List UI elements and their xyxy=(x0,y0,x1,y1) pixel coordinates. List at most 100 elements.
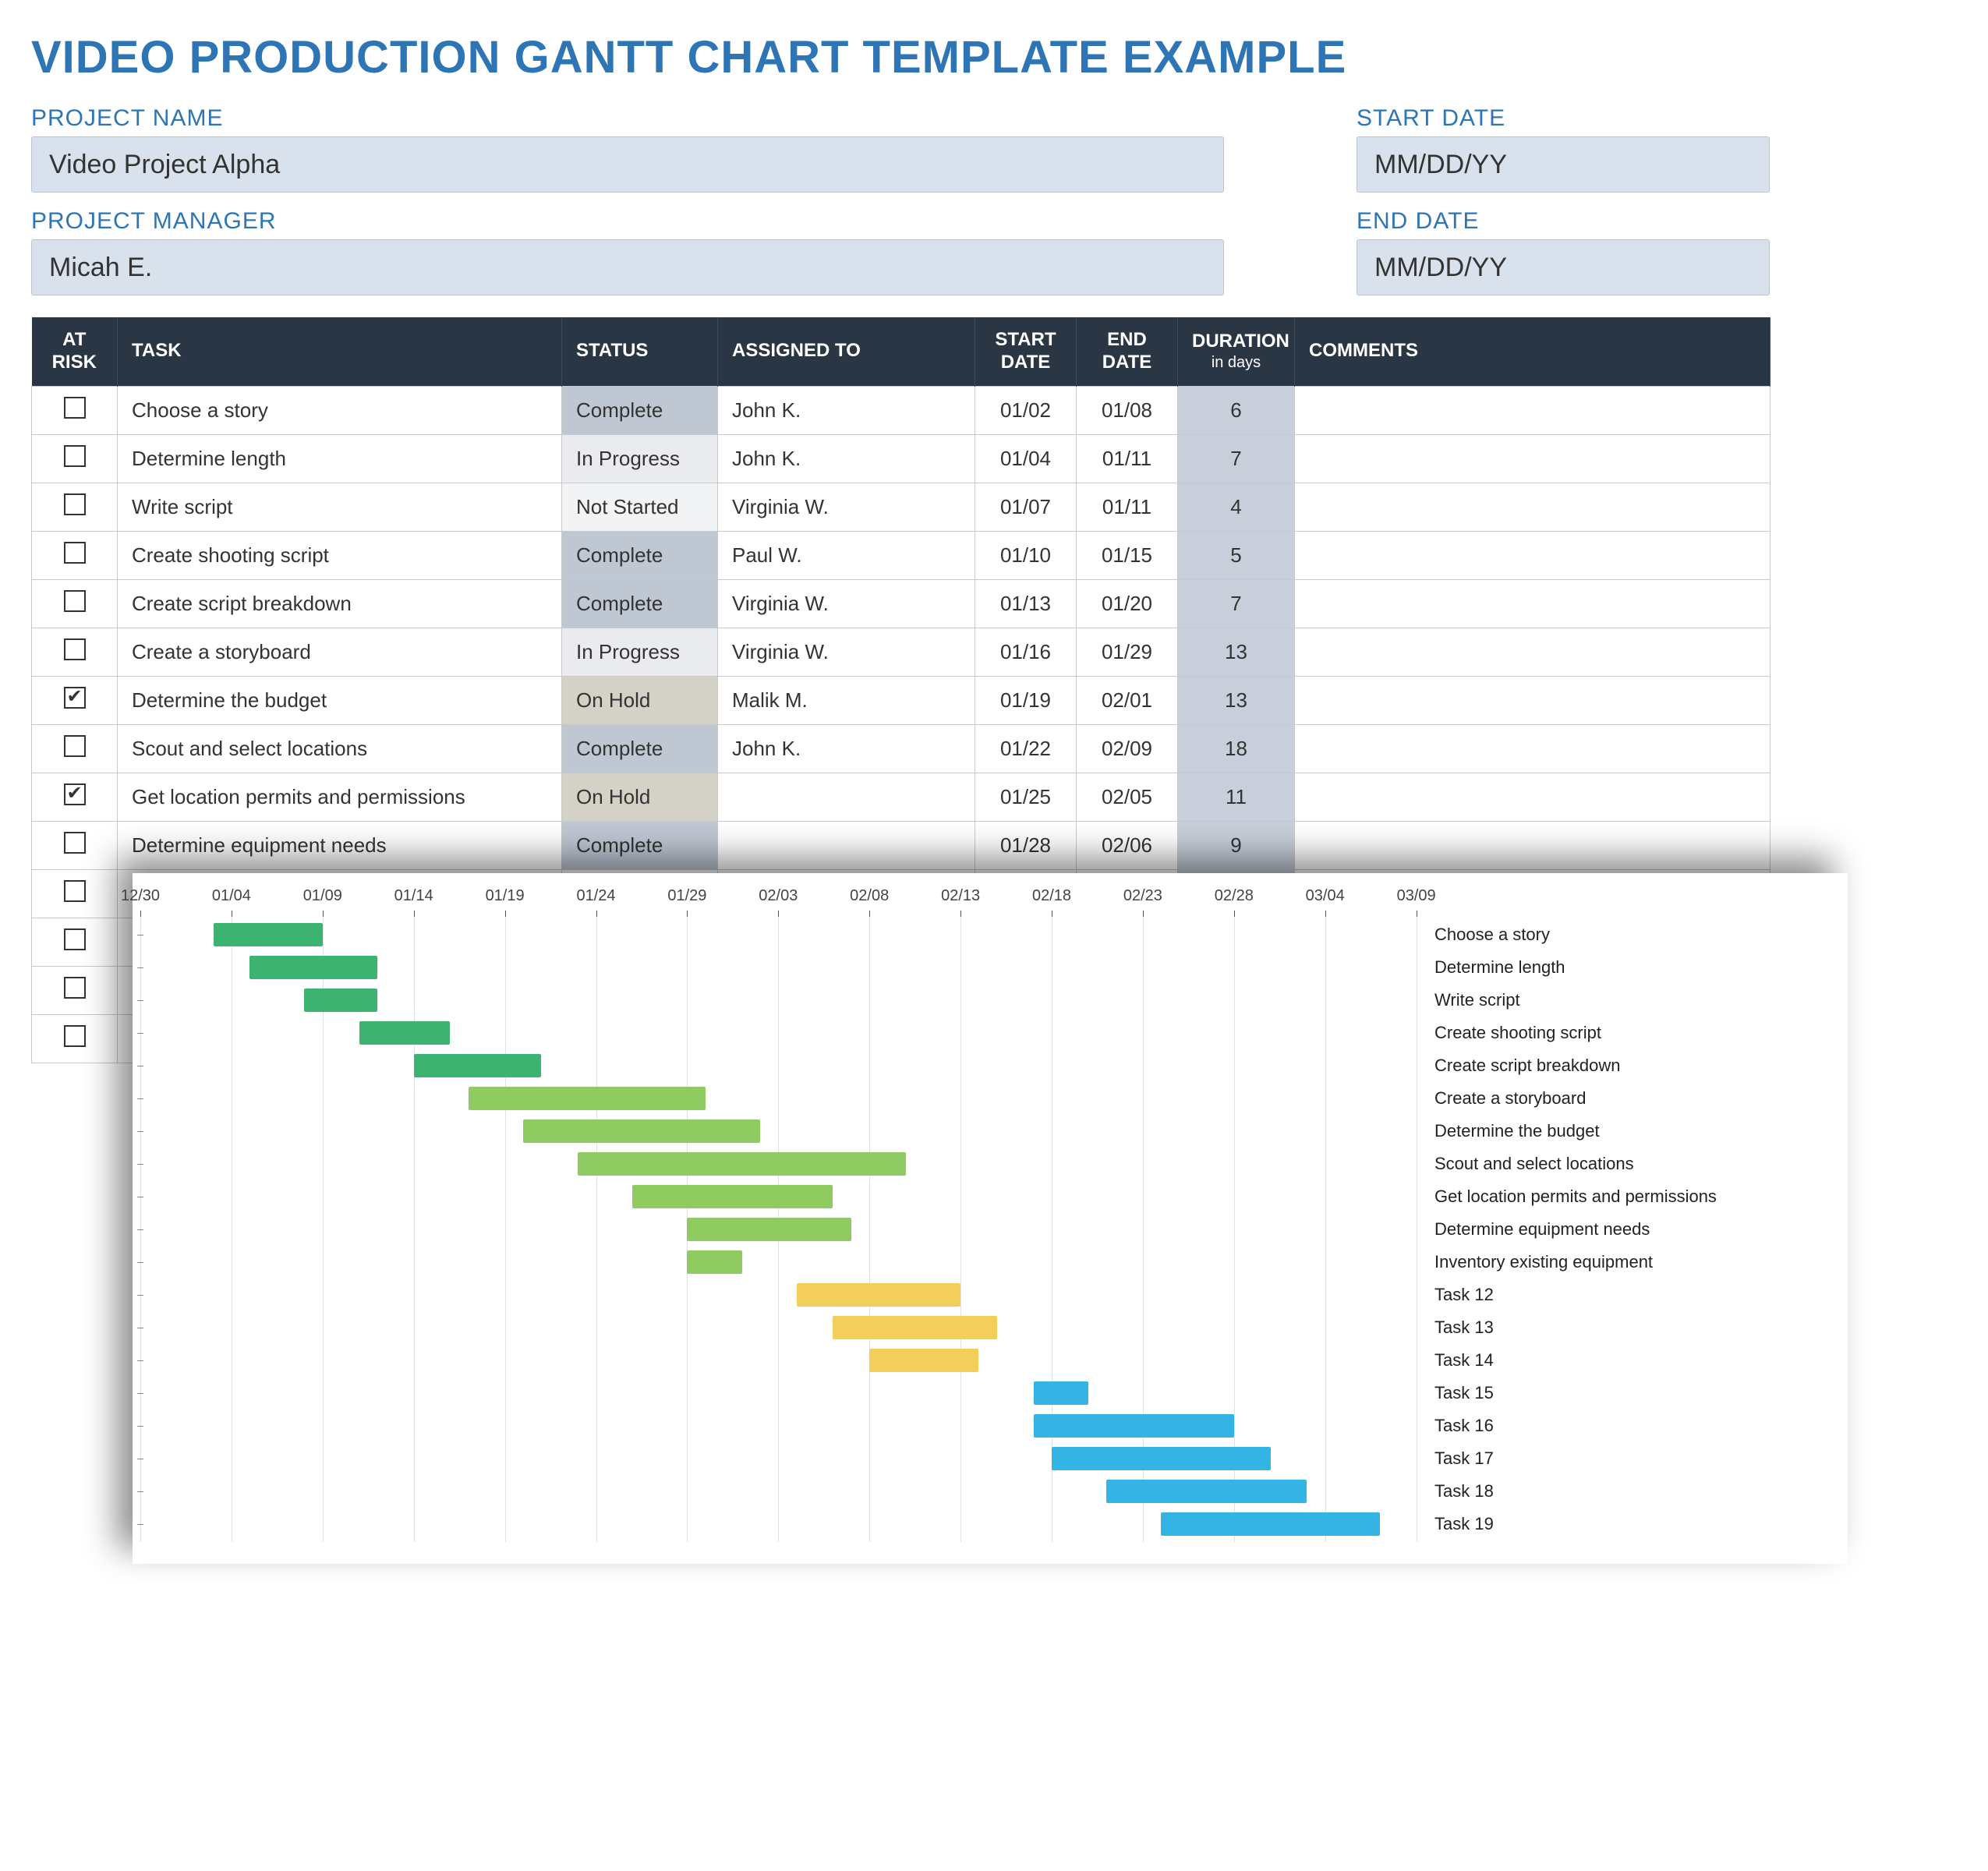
start-cell[interactable]: 01/10 xyxy=(975,531,1077,579)
duration-cell[interactable]: 7 xyxy=(1178,579,1295,628)
duration-cell[interactable]: 13 xyxy=(1178,628,1295,676)
comments-cell[interactable] xyxy=(1295,386,1770,434)
table-row: Determine lengthIn ProgressJohn K.01/040… xyxy=(32,434,1770,483)
status-cell[interactable]: Complete xyxy=(562,579,718,628)
gantt-chart-panel: 12/3001/0401/0901/1401/1901/2401/2902/03… xyxy=(133,873,1848,1564)
end-cell[interactable]: 01/11 xyxy=(1077,483,1178,531)
comments-cell[interactable] xyxy=(1295,628,1770,676)
task-cell[interactable]: Scout and select locations xyxy=(118,724,562,773)
status-cell[interactable]: In Progress xyxy=(562,628,718,676)
duration-cell[interactable]: 5 xyxy=(1178,531,1295,579)
duration-cell[interactable]: 4 xyxy=(1178,483,1295,531)
end-cell[interactable]: 01/11 xyxy=(1077,434,1178,483)
at-risk-checkbox[interactable] xyxy=(64,977,86,999)
task-cell[interactable]: Determine equipment needs xyxy=(118,821,562,869)
at-risk-checkbox[interactable] xyxy=(64,445,86,467)
axis-tick-label: 01/04 xyxy=(212,887,251,905)
assigned-cell[interactable]: John K. xyxy=(718,386,975,434)
assigned-cell[interactable]: Virginia W. xyxy=(718,628,975,676)
task-cell[interactable]: Write script xyxy=(118,483,562,531)
start-cell[interactable]: 01/19 xyxy=(975,676,1077,724)
end-cell[interactable]: 01/29 xyxy=(1077,628,1178,676)
project-name-input[interactable] xyxy=(31,136,1224,193)
comments-cell[interactable] xyxy=(1295,579,1770,628)
start-cell[interactable]: 01/22 xyxy=(975,724,1077,773)
status-cell[interactable]: Complete xyxy=(562,531,718,579)
end-date-input[interactable] xyxy=(1357,239,1770,295)
status-cell[interactable]: In Progress xyxy=(562,434,718,483)
assigned-cell[interactable]: John K. xyxy=(718,434,975,483)
duration-cell[interactable]: 7 xyxy=(1178,434,1295,483)
duration-cell[interactable]: 9 xyxy=(1178,821,1295,869)
duration-cell[interactable]: 11 xyxy=(1178,773,1295,821)
at-risk-checkbox[interactable] xyxy=(64,928,86,950)
comments-cell[interactable] xyxy=(1295,724,1770,773)
gantt-series-label: Write script xyxy=(1434,984,1840,1017)
status-cell[interactable]: Complete xyxy=(562,724,718,773)
gantt-bar xyxy=(249,956,377,979)
at-risk-checkbox[interactable] xyxy=(64,687,86,709)
status-cell[interactable]: Not Started xyxy=(562,483,718,531)
assigned-cell[interactable] xyxy=(718,773,975,821)
at-risk-checkbox[interactable] xyxy=(64,542,86,564)
assigned-cell[interactable]: Paul W. xyxy=(718,531,975,579)
comments-cell[interactable] xyxy=(1295,676,1770,724)
task-cell[interactable]: Create a storyboard xyxy=(118,628,562,676)
comments-cell[interactable] xyxy=(1295,773,1770,821)
task-cell[interactable]: Determine length xyxy=(118,434,562,483)
at-risk-checkbox[interactable] xyxy=(64,880,86,902)
task-cell[interactable]: Create script breakdown xyxy=(118,579,562,628)
start-cell[interactable]: 01/16 xyxy=(975,628,1077,676)
end-cell[interactable]: 02/09 xyxy=(1077,724,1178,773)
comments-cell[interactable] xyxy=(1295,483,1770,531)
assigned-cell[interactable]: John K. xyxy=(718,724,975,773)
start-cell[interactable]: 01/07 xyxy=(975,483,1077,531)
duration-cell[interactable]: 6 xyxy=(1178,386,1295,434)
task-cell[interactable]: Get location permits and permissions xyxy=(118,773,562,821)
at-risk-checkbox[interactable] xyxy=(64,638,86,660)
start-cell[interactable]: 01/28 xyxy=(975,821,1077,869)
duration-cell[interactable]: 13 xyxy=(1178,676,1295,724)
task-cell[interactable]: Create shooting script xyxy=(118,531,562,579)
gantt-series-label: Create a storyboard xyxy=(1434,1082,1840,1115)
at-risk-checkbox[interactable] xyxy=(64,735,86,757)
start-cell[interactable]: 01/04 xyxy=(975,434,1077,483)
at-risk-checkbox[interactable] xyxy=(64,590,86,612)
end-cell[interactable]: 01/15 xyxy=(1077,531,1178,579)
task-cell[interactable]: Determine the budget xyxy=(118,676,562,724)
status-cell[interactable]: Complete xyxy=(562,821,718,869)
at-risk-checkbox[interactable] xyxy=(64,1025,86,1047)
start-cell[interactable]: 01/13 xyxy=(975,579,1077,628)
table-row: Create shooting scriptCompletePaul W.01/… xyxy=(32,531,1770,579)
col-task: TASK xyxy=(118,317,562,386)
axis-tick-label: 02/23 xyxy=(1123,887,1162,905)
axis-tick-label: 02/13 xyxy=(941,887,980,905)
start-cell[interactable]: 01/02 xyxy=(975,386,1077,434)
end-cell[interactable]: 01/08 xyxy=(1077,386,1178,434)
col-status: STATUS xyxy=(562,317,718,386)
assigned-cell[interactable]: Virginia W. xyxy=(718,579,975,628)
status-cell[interactable]: On Hold xyxy=(562,676,718,724)
comments-cell[interactable] xyxy=(1295,531,1770,579)
assigned-cell[interactable] xyxy=(718,821,975,869)
project-manager-input[interactable] xyxy=(31,239,1224,295)
at-risk-checkbox[interactable] xyxy=(64,832,86,854)
status-cell[interactable]: Complete xyxy=(562,386,718,434)
end-cell[interactable]: 02/05 xyxy=(1077,773,1178,821)
start-date-input[interactable] xyxy=(1357,136,1770,193)
end-cell[interactable]: 02/06 xyxy=(1077,821,1178,869)
comments-cell[interactable] xyxy=(1295,434,1770,483)
end-cell[interactable]: 02/01 xyxy=(1077,676,1178,724)
end-cell[interactable]: 01/20 xyxy=(1077,579,1178,628)
table-row: Choose a storyCompleteJohn K.01/0201/086 xyxy=(32,386,1770,434)
assigned-cell[interactable]: Malik M. xyxy=(718,676,975,724)
at-risk-checkbox[interactable] xyxy=(64,397,86,419)
status-cell[interactable]: On Hold xyxy=(562,773,718,821)
start-cell[interactable]: 01/25 xyxy=(975,773,1077,821)
assigned-cell[interactable]: Virginia W. xyxy=(718,483,975,531)
comments-cell[interactable] xyxy=(1295,821,1770,869)
duration-cell[interactable]: 18 xyxy=(1178,724,1295,773)
at-risk-checkbox[interactable] xyxy=(64,783,86,805)
task-cell[interactable]: Choose a story xyxy=(118,386,562,434)
at-risk-checkbox[interactable] xyxy=(64,493,86,515)
